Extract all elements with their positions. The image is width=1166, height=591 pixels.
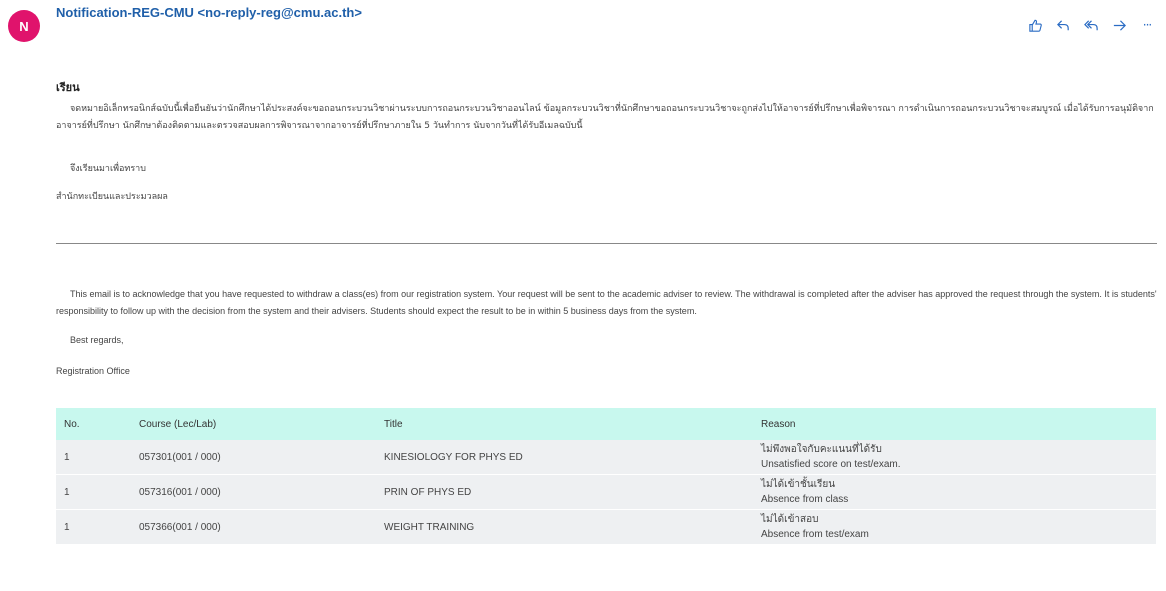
- english-office-name: Registration Office: [56, 366, 130, 376]
- cell-title: WEIGHT TRAINING: [376, 509, 753, 545]
- thai-paragraph: จดหมายอิเล็กทรอนิกส์ฉบับนี้เพื่อยืนยันว่…: [56, 104, 1154, 131]
- cell-reason: ไม่ได้เข้าชั้นเรียน Absence from class: [753, 474, 1156, 510]
- cell-no: 1: [56, 509, 131, 545]
- cell-title: PRIN OF PHYS ED: [376, 474, 753, 510]
- forward-icon: [1113, 19, 1126, 31]
- forward-button[interactable]: [1108, 14, 1130, 36]
- cell-course: 057316(001 / 000): [131, 474, 376, 510]
- thai-greeting: เรียน: [56, 81, 80, 94]
- header-no: No.: [64, 418, 80, 430]
- reply-all-button[interactable]: [1080, 14, 1102, 36]
- reason-english: Absence from test/exam: [761, 529, 869, 540]
- table-row: 1 057301(001 / 000) KINESIOLOGY FOR PHYS…: [56, 440, 1156, 475]
- table-row: 1 057366(001 / 000) WEIGHT TRAINING ไม่ไ…: [56, 509, 1156, 545]
- cell-reason: ไม่ได้เข้าสอบ Absence from test/exam: [753, 509, 1156, 545]
- more-icon: ···: [1142, 18, 1153, 32]
- cell-course: 057366(001 / 000): [131, 509, 376, 545]
- header-course: Course (Lec/Lab): [139, 418, 217, 430]
- avatar-initial: N: [19, 18, 29, 34]
- header-reason: Reason: [761, 418, 796, 430]
- cell-no: 1: [56, 474, 131, 510]
- more-actions-button[interactable]: ···: [1136, 14, 1158, 36]
- avatar: N: [8, 10, 40, 42]
- thai-office-name: สำนักทะเบียนและประมวลผล: [56, 192, 168, 202]
- sender-name[interactable]: Notification-REG-CMU <no-reply-reg@cmu.a…: [56, 5, 362, 20]
- cell-reason: ไม่พึงพอใจกับคะแนนที่ได้รับ Unsatisfied …: [753, 440, 1156, 475]
- reason-thai: ไม่ได้เข้าชั้นเรียน: [761, 479, 836, 490]
- withdrawal-table: No. Course (Lec/Lab) Title Reason 1 0573…: [56, 408, 1156, 545]
- like-button[interactable]: [1024, 14, 1046, 36]
- thumbs-up-icon: [1028, 19, 1042, 32]
- reply-all-icon: [1083, 19, 1098, 30]
- reason-thai: ไม่ได้เข้าสอบ: [761, 514, 819, 525]
- english-paragraph: This email is to acknowledge that you ha…: [56, 289, 1157, 316]
- cell-course: 057301(001 / 000): [131, 440, 376, 475]
- table-header-row: No. Course (Lec/Lab) Title Reason: [56, 408, 1156, 440]
- thai-closing: จึงเรียนมาเพื่อทราบ: [70, 164, 146, 174]
- section-divider: [56, 243, 1157, 244]
- message-toolbar: ···: [1024, 14, 1158, 36]
- cell-no: 1: [56, 440, 131, 475]
- reply-icon: [1056, 19, 1069, 30]
- english-closing: Best regards,: [70, 335, 124, 345]
- reason-english: Absence from class: [761, 494, 849, 505]
- reason-thai: ไม่พึงพอใจกับคะแนนที่ได้รับ: [761, 444, 882, 455]
- reason-english: Unsatisfied score on test/exam.: [761, 459, 901, 470]
- table-row: 1 057316(001 / 000) PRIN OF PHYS ED ไม่ไ…: [56, 474, 1156, 510]
- reply-button[interactable]: [1052, 14, 1074, 36]
- header-title: Title: [384, 418, 403, 430]
- cell-title: KINESIOLOGY FOR PHYS ED: [376, 440, 753, 475]
